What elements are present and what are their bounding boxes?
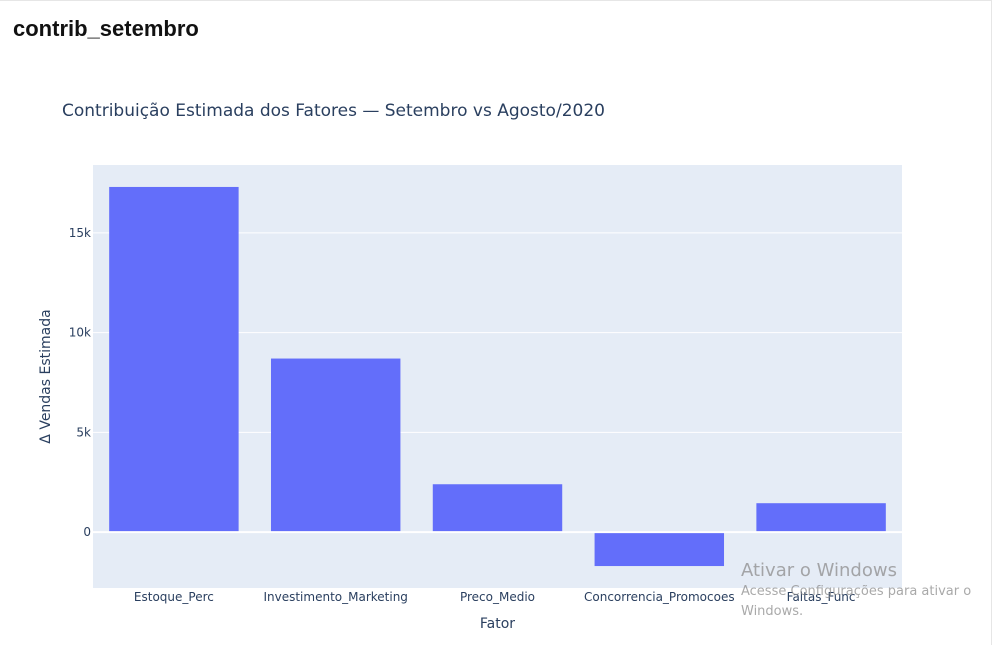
x-tick-label: Preco_Medio bbox=[460, 590, 535, 604]
x-tick-label: Investimento_Marketing bbox=[263, 590, 407, 604]
bar-preco-medio bbox=[432, 484, 563, 533]
bar-faltas-func bbox=[756, 503, 886, 533]
x-tick-label: Faltas_Func bbox=[787, 590, 856, 604]
y-tick-label: 10k bbox=[69, 326, 91, 340]
bar-investimento-marketing bbox=[270, 358, 401, 533]
x-tick-labels: Estoque_Perc Investimento_Marketing Preco_… bbox=[134, 590, 856, 604]
chart-title: Contribuição Estimada dos Fatores — Sete… bbox=[62, 101, 605, 121]
y-axis-title: Δ Vendas Estimada bbox=[38, 309, 54, 443]
x-axis-title: Fator bbox=[480, 616, 515, 632]
bar-estoque-perc bbox=[109, 186, 239, 533]
x-tick-label: Estoque_Perc bbox=[134, 590, 214, 604]
y-tick-label: 15k bbox=[69, 226, 91, 240]
y-tick-label: 0 bbox=[83, 525, 91, 539]
y-tick-labels: 0 5k 10k 15k bbox=[69, 226, 91, 539]
x-tick-label: Concorrencia_Promocoes bbox=[584, 590, 735, 604]
bar-chart: 0 5k 10k 15k Estoque_Perc Investimento_Marke… bbox=[38, 101, 902, 632]
bar-concorrencia-promocoes bbox=[594, 532, 725, 567]
y-tick-label: 5k bbox=[76, 425, 91, 439]
